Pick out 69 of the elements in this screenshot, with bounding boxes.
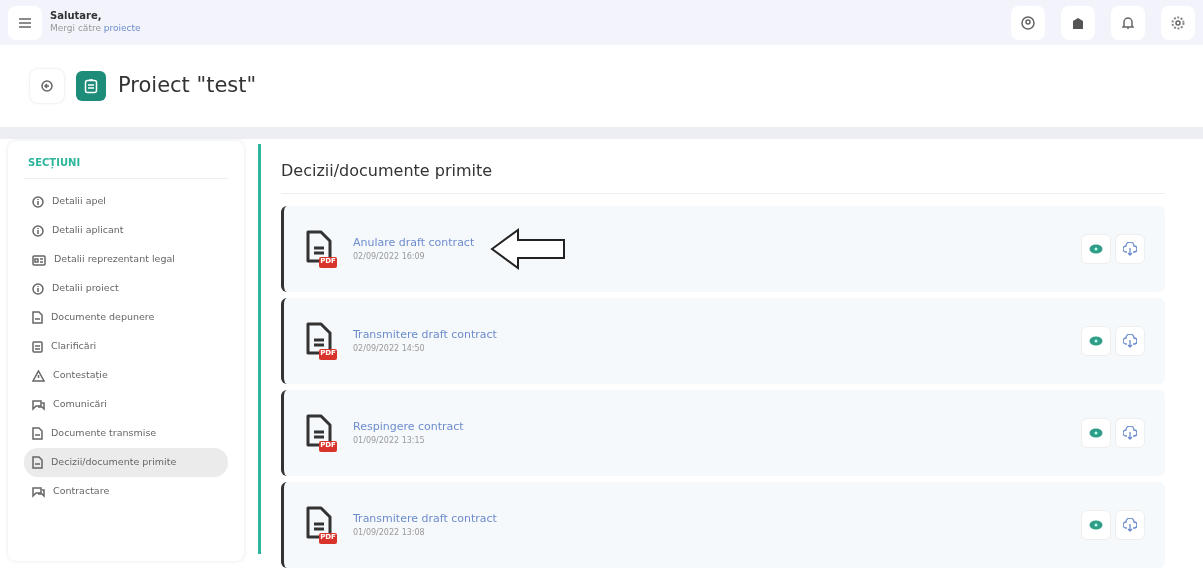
menu-button[interactable]	[8, 5, 42, 40]
eye-icon	[1089, 244, 1103, 254]
view-button[interactable]	[1081, 418, 1111, 448]
document-link[interactable]: Respingere contract	[353, 419, 464, 433]
clipboard-icon	[76, 71, 106, 101]
settings-button[interactable]	[1161, 5, 1195, 40]
clipboard-icon	[32, 340, 43, 353]
warning-icon	[32, 369, 45, 382]
view-button[interactable]	[1081, 234, 1111, 264]
subtitle-text: Mergi către	[50, 22, 101, 33]
chat-icon	[32, 398, 45, 411]
cloud-download-icon	[1123, 426, 1137, 440]
document-link[interactable]: Transmitere draft contract	[353, 511, 497, 525]
sidebar-item[interactable]: Detalii aplicant	[24, 216, 228, 245]
page-title: Proiect "test"	[118, 73, 257, 99]
sidebar-item[interactable]: Decizii/documente primite	[24, 448, 228, 477]
download-button[interactable]	[1115, 326, 1145, 356]
buildings-button[interactable]	[1061, 5, 1095, 40]
id-card-icon	[32, 253, 46, 266]
info-icon	[32, 195, 44, 208]
sidebar-item[interactable]: Contestație	[24, 361, 228, 390]
document-link[interactable]: Anulare draft contract	[353, 235, 475, 249]
document-date: 02/09/2022 14:50	[353, 343, 426, 356]
eye-icon	[1089, 336, 1103, 346]
document-date: 02/09/2022 16:09	[353, 251, 426, 264]
pdf-file-icon	[304, 321, 338, 361]
building-icon	[1071, 15, 1085, 30]
greeting-text: Salutare,	[50, 9, 103, 22]
document-date: 01/09/2022 13:15	[353, 435, 426, 448]
eye-icon	[1089, 428, 1103, 438]
cloud-download-icon	[1123, 242, 1137, 256]
download-button[interactable]	[1115, 418, 1145, 448]
bell-icon	[1122, 15, 1134, 30]
cloud-download-icon	[1123, 518, 1137, 532]
download-button[interactable]	[1115, 510, 1145, 540]
document-icon	[32, 311, 43, 324]
cloud-download-icon	[1123, 334, 1137, 348]
sidebar-item[interactable]: Contractare	[24, 477, 228, 506]
sidebar-item[interactable]: Detalii proiect	[24, 274, 228, 303]
user-icon	[1021, 15, 1035, 30]
download-button[interactable]	[1115, 234, 1145, 264]
chat-icon	[32, 485, 45, 498]
account-button[interactable]	[1011, 5, 1045, 40]
back-button[interactable]	[30, 69, 64, 103]
info-icon	[32, 224, 44, 237]
back-arrow-icon	[41, 80, 53, 92]
projects-link[interactable]: proiecte	[103, 22, 141, 33]
sidebar-item[interactable]: Comunicări	[24, 390, 228, 419]
sidebar-item[interactable]: Documente depunere	[24, 303, 228, 332]
pdf-file-icon	[304, 505, 338, 545]
document-date: 01/09/2022 13:08	[353, 527, 426, 540]
pdf-file-icon	[304, 229, 338, 269]
sidebar-item[interactable]: Documente transmise	[24, 419, 228, 448]
view-button[interactable]	[1081, 510, 1111, 540]
sidebar-item[interactable]: Detalii apel	[24, 187, 228, 216]
document-link[interactable]: Transmitere draft contract	[353, 327, 497, 341]
notifications-button[interactable]	[1111, 5, 1145, 40]
document-icon	[32, 456, 43, 469]
menu-icon	[18, 16, 32, 29]
settings-icon	[1171, 15, 1185, 30]
sidebar-item[interactable]: Clarificări	[24, 332, 228, 361]
eye-icon	[1089, 520, 1103, 530]
info-icon	[32, 282, 44, 295]
sidebar-item[interactable]: Detalii reprezentant legal	[24, 245, 228, 274]
pdf-file-icon	[304, 413, 338, 453]
section-title: Decizii/documente primite	[281, 159, 1165, 194]
document-icon	[32, 427, 43, 440]
sidebar-heading: SECȚIUNI	[24, 155, 228, 179]
view-button[interactable]	[1081, 326, 1111, 356]
